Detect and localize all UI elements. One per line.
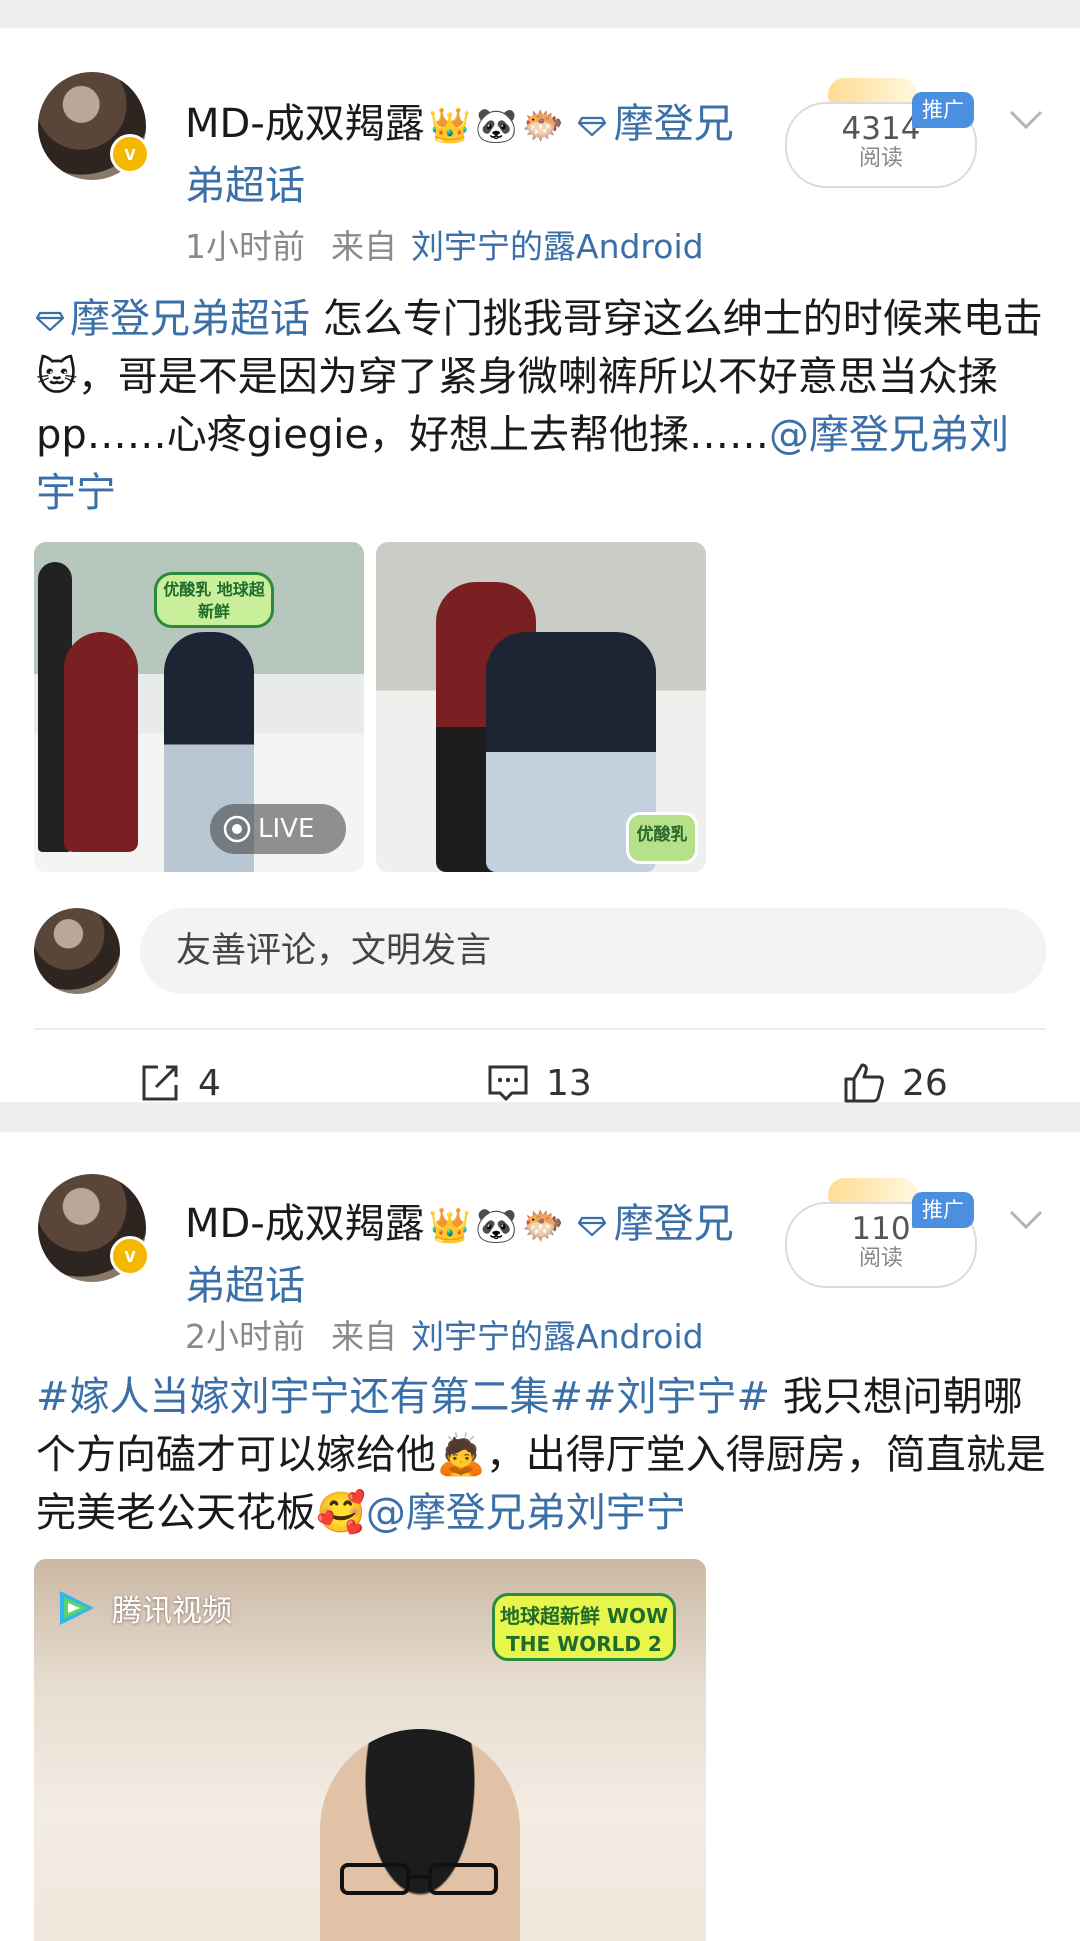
comment-input[interactable] xyxy=(140,908,1046,994)
from-label: 来自 xyxy=(331,1317,397,1356)
post-image[interactable]: 优酸乳 xyxy=(376,542,706,872)
hashtag-link[interactable]: #嫁人当嫁刘宇宁还有第二集# xyxy=(36,1374,583,1420)
topic-link[interactable]: 摩登兄弟超话 xyxy=(70,296,310,342)
post-header: MD-成双羯露 👑 🐼 🐡 摩登兄弟超话 xyxy=(185,94,765,216)
thumbs-up-icon xyxy=(844,1063,884,1103)
tencent-video-logo: 腾讯视频 xyxy=(54,1585,232,1631)
like-count: 26 xyxy=(902,1062,948,1104)
post-source[interactable]: 刘宇宁的露Android xyxy=(411,227,704,266)
live-label: LIVE xyxy=(258,814,315,844)
live-icon xyxy=(223,815,251,843)
chevron-down-icon[interactable] xyxy=(1008,108,1044,132)
post-header: MD-成双羯露 👑 🐼 🐡 摩登兄弟超话 xyxy=(185,1194,765,1316)
my-avatar xyxy=(34,908,120,994)
product-sticker: 优酸乳 xyxy=(626,812,698,864)
show-logo: 优酸乳 地球超新鲜 xyxy=(154,572,274,628)
crown-badge-icon: 👑 xyxy=(428,1206,472,1246)
tencent-video-icon xyxy=(60,1591,94,1625)
mention-link[interactable]: @摩登兄弟刘宇宁 xyxy=(366,1490,686,1536)
glasses-graphic xyxy=(340,1863,498,1895)
crown-badge-icon: 👑 xyxy=(428,106,472,146)
verified-badge-icon: v xyxy=(110,134,150,174)
post-time: 2小时前 xyxy=(185,1317,305,1356)
read-label: 阅读 xyxy=(858,1246,903,1271)
panda-badge-icon: 🐼 xyxy=(475,106,518,146)
feed-post[interactable]: v MD-成双羯露 👑 🐼 🐡 摩登兄弟超话 2小时前 来自 刘宇宁的露Android 11… xyxy=(0,1132,1080,1941)
like-button[interactable]: 26 xyxy=(842,1058,948,1108)
show-logo: 地球超新鲜 WOW THE WORLD 2 xyxy=(492,1593,676,1661)
person-figure xyxy=(320,1729,520,1941)
love-emoji-icon: 🥰 xyxy=(316,1490,366,1536)
bow-emoji-icon: 🙇 xyxy=(436,1432,486,1478)
video-thumbnail[interactable]: 腾讯视频 地球超新鲜 WOW THE WORLD 2 xyxy=(34,1559,706,1941)
diamond-icon xyxy=(36,311,64,331)
promo-badge: 推广 xyxy=(912,92,974,128)
comment-count: 13 xyxy=(546,1062,592,1104)
hashtag-link[interactable]: #刘宇宁# xyxy=(583,1374,770,1420)
fish-badge-icon: 🐡 xyxy=(521,1206,564,1246)
promo-badge: 推广 xyxy=(912,1192,974,1228)
repost-button[interactable]: 4 xyxy=(138,1058,221,1108)
post-source[interactable]: 刘宇宁的露Android xyxy=(411,1317,704,1356)
post-image[interactable]: 优酸乳 地球超新鲜 LIVE xyxy=(34,542,364,872)
verified-badge-icon: v xyxy=(110,1236,150,1276)
user-avatar[interactable]: v xyxy=(38,72,150,180)
person-figure xyxy=(64,632,138,852)
comment-icon xyxy=(488,1065,528,1102)
diamond-icon xyxy=(577,1216,606,1236)
repost-count: 4 xyxy=(198,1062,221,1104)
read-label: 阅读 xyxy=(858,146,903,171)
post-meta: 2小时前 来自 刘宇宁的露Android xyxy=(185,1310,704,1358)
feed-post[interactable]: v MD-成双羯露 👑 🐼 🐡 摩登兄弟超话 1小时前 来自 刘宇宁的露Android 43… xyxy=(0,28,1080,1104)
post-content: #嫁人当嫁刘宇宁还有第二集##刘宇宁# 我只想问朝哪个方向磕才可以嫁给他🙇，出得… xyxy=(36,1368,1046,1542)
username[interactable]: MD-成双羯露 xyxy=(185,101,425,147)
post-content: 摩登兄弟超话 怎么专门挑我哥穿这么绅士的时候来电击🐱，哥是不是因为穿了紧身微喇裤… xyxy=(36,290,1046,522)
user-avatar[interactable]: v xyxy=(38,1174,150,1282)
live-badge[interactable]: LIVE xyxy=(210,804,346,854)
comment-button[interactable]: 13 xyxy=(486,1058,592,1108)
video-platform-label: 腾讯视频 xyxy=(112,1594,232,1629)
diamond-icon xyxy=(577,116,606,136)
cat-emoji-icon: 🐱 xyxy=(36,354,78,400)
post-time: 1小时前 xyxy=(185,227,305,266)
from-label: 来自 xyxy=(331,227,397,266)
panda-badge-icon: 🐼 xyxy=(475,1206,518,1246)
divider xyxy=(34,1028,1046,1030)
chevron-down-icon[interactable] xyxy=(1008,1208,1044,1232)
fish-badge-icon: 🐡 xyxy=(521,106,564,146)
repost-icon xyxy=(142,1065,178,1101)
username[interactable]: MD-成双羯露 xyxy=(185,1201,425,1247)
post-meta: 1小时前 来自 刘宇宁的露Android xyxy=(185,220,704,268)
top-gap xyxy=(0,0,1080,28)
content-text: 怎么专门挑我哥穿这么绅士的时候来电击 xyxy=(310,296,1043,342)
